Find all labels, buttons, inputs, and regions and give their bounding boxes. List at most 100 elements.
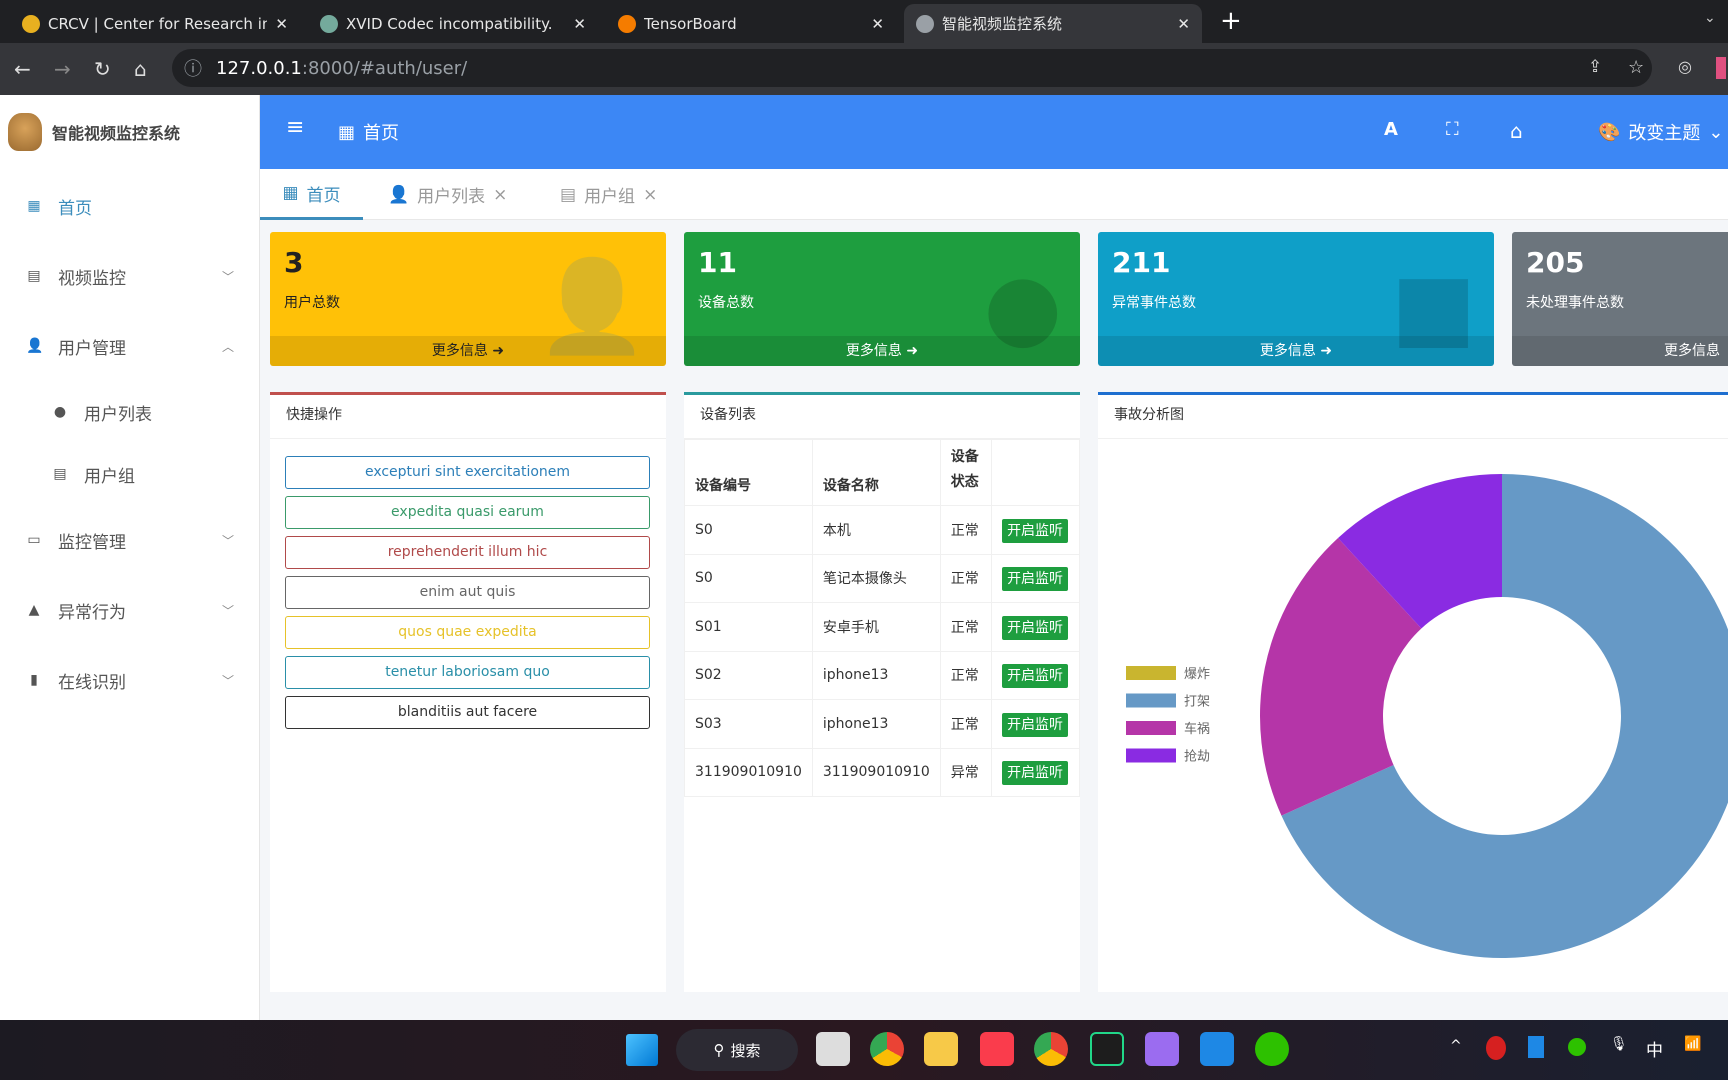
quick-action-button[interactable]: quos quae expedita [285, 616, 650, 649]
start-icon[interactable] [626, 1034, 658, 1066]
browser-tab[interactable]: XVID Codec incompatibility. ✕ [308, 4, 598, 43]
chevron-up-icon: ︿ [221, 339, 234, 354]
home-icon[interactable]: ⌂ [1510, 119, 1523, 143]
stat-value: 11 [698, 246, 737, 279]
profile-icon[interactable] [1716, 57, 1726, 79]
sidebar-item-label: 用户组 [84, 466, 135, 487]
theme-dropdown[interactable]: 🎨 改变主题 ⌄ [1598, 119, 1724, 145]
sidebar-item-video[interactable]: ▤ 视频监控 ﹀ [0, 256, 260, 296]
table-row: S01 安卓手机 正常 开启监听 [684, 602, 1080, 652]
legend-swatch[interactable] [1126, 693, 1176, 708]
quick-action-button[interactable]: tenetur laboriosam quo [285, 656, 650, 689]
clipchamp-icon[interactable] [1145, 1032, 1179, 1066]
brand: 智能视频监控系统 [8, 113, 180, 151]
sidebar-item-users[interactable]: 👤 用户管理 ︿ [0, 326, 260, 366]
share-icon[interactable]: ⇪ [1588, 57, 1602, 77]
more-info-link[interactable]: 更多信息 [1512, 336, 1728, 366]
tab-list-icon[interactable]: ⌄ [1704, 10, 1716, 26]
app-icon[interactable] [1200, 1032, 1234, 1066]
quick-action-button[interactable]: blanditiis aut facere [285, 696, 650, 729]
ime-indicator[interactable]: 中 [1646, 1036, 1663, 1061]
start-monitor-button[interactable]: 开启监听 [1002, 615, 1069, 640]
file-explorer-icon[interactable] [924, 1032, 958, 1066]
url-input[interactable]: ⓘ 127.0.0.1:8000/#auth/user/ [172, 49, 1652, 87]
legend-label[interactable]: 爆炸 [1184, 667, 1210, 682]
sidebar-item-monitor[interactable]: ▭ 监控管理 ﹀ [0, 520, 260, 560]
legend-label[interactable]: 车祸 [1184, 721, 1210, 737]
start-monitor-button[interactable]: 开启监听 [1002, 712, 1069, 737]
tray-chevron-icon[interactable]: ^ [1450, 1038, 1462, 1054]
sidebar-item-label: 异常行为 [58, 602, 126, 623]
incident-chart-panel: 事故分析图 爆炸 打架 车祸 抢劫 [1098, 392, 1728, 992]
forward-icon[interactable]: → [54, 57, 71, 81]
quick-action-button[interactable]: enim aut quis [285, 576, 650, 609]
start-monitor-button[interactable]: 开启监听 [1002, 664, 1069, 689]
start-monitor-button[interactable]: 开启监听 [1002, 518, 1069, 543]
chevron-down-icon: ﹀ [221, 603, 234, 618]
tray-app-icon[interactable] [1486, 1036, 1506, 1060]
quick-action-button[interactable]: expedita quasi earum [285, 496, 650, 529]
close-icon[interactable]: × [643, 185, 657, 205]
microphone-icon[interactable]: 🎙 [1610, 1036, 1628, 1052]
font-size-icon[interactable]: A [1384, 119, 1398, 140]
sidebar-item-home[interactable]: ▦ 首页 [0, 186, 260, 226]
music-icon[interactable] [980, 1032, 1014, 1066]
sidebar-item-user-list[interactable]: ● 用户列表 [0, 392, 260, 432]
chrome-icon[interactable] [870, 1032, 904, 1066]
taskview-icon[interactable] [816, 1032, 850, 1066]
menu-toggle-icon[interactable]: ≡ [286, 115, 304, 140]
legend-label[interactable]: 抢劫 [1184, 749, 1210, 765]
tab-title: XVID Codec incompatibility. [346, 14, 553, 33]
browser-tab-active[interactable]: 智能视频监控系统 ✕ [904, 4, 1202, 43]
more-info-link[interactable]: 更多信息 ➜ [270, 336, 666, 366]
close-icon[interactable]: × [493, 185, 507, 205]
header-home-link[interactable]: ▦ 首页 [338, 119, 399, 145]
fullscreen-icon[interactable]: ⛶ [1446, 119, 1459, 140]
reload-icon[interactable]: ↻ [94, 57, 111, 81]
table-cell: iphone13 [811, 699, 941, 749]
wechat-icon[interactable] [1255, 1032, 1289, 1066]
table-cell: 笔记本摄像头 [811, 553, 941, 603]
legend-swatch[interactable] [1126, 721, 1176, 735]
legend-swatch[interactable] [1126, 666, 1176, 680]
close-icon[interactable]: ✕ [275, 15, 288, 33]
table-row: S02 iphone13 正常 开启监听 [684, 650, 1080, 700]
close-icon[interactable]: ✕ [573, 15, 586, 33]
sidebar-item-abnormal[interactable]: ▲ 异常行为 ﹀ [0, 590, 260, 630]
browser-tab[interactable]: TensorBoard ✕ [606, 4, 896, 43]
search-button[interactable]: ⚲ 搜索 [676, 1029, 798, 1071]
star-icon[interactable]: ☆ [1628, 57, 1644, 78]
pycharm-icon[interactable] [1090, 1032, 1124, 1066]
address-bar-row: ← → ↻ ⌂ ⓘ 127.0.0.1:8000/#auth/user/ ⇪ ☆ … [0, 43, 1728, 95]
chrome-active-icon[interactable] [1034, 1032, 1068, 1066]
favicon-icon [320, 14, 338, 33]
tray-app-icon[interactable] [1528, 1036, 1544, 1058]
wifi-icon[interactable]: 📶 [1684, 1036, 1701, 1052]
legend-swatch[interactable] [1126, 748, 1176, 763]
start-monitor-button[interactable]: 开启监听 [1002, 567, 1069, 592]
column-header: 设备状态 [939, 439, 993, 506]
extension-icon[interactable]: ◎ [1678, 57, 1692, 76]
quick-action-button[interactable]: excepturi sint exercitationem [285, 456, 650, 489]
more-info-link[interactable]: 更多信息 ➜ [684, 336, 1080, 366]
quick-actions-panel: 快捷操作 excepturi sint exercitationem expedi… [270, 392, 666, 992]
close-icon[interactable]: ✕ [871, 15, 884, 33]
tab-user-group[interactable]: ▤ 用户组 × [560, 169, 657, 220]
legend-label[interactable]: 打架 [1184, 695, 1210, 710]
more-info-link[interactable]: 更多信息 ➜ [1098, 336, 1494, 366]
quick-action-button[interactable]: reprehenderit illum hic [285, 536, 650, 569]
sidebar-item-user-group[interactable]: ▤ 用户组 [0, 454, 260, 494]
device-table: 设备编号 设备名称 设备状态 S0 本机 正常 开启监听 S0 笔记本摄像头 正常 开启监听 S… [684, 439, 1080, 797]
start-monitor-button[interactable]: 开启监听 [1002, 761, 1069, 786]
tab-home[interactable]: ▦ 首页 [260, 169, 363, 220]
home-icon[interactable]: ⌂ [134, 57, 147, 81]
new-tab-button[interactable]: + [1220, 6, 1242, 36]
tray-wechat-icon[interactable] [1568, 1038, 1586, 1056]
action-cell: 开启监听 [991, 602, 1080, 652]
back-icon[interactable]: ← [14, 57, 31, 81]
sidebar-item-online[interactable]: ▮ 在线识别 ﹀ [0, 660, 260, 700]
tab-user-list[interactable]: 👤 用户列表 × [388, 169, 507, 220]
stat-card-users: 3 用户总数 👤 更多信息 ➜ [270, 232, 666, 366]
browser-tab[interactable]: CRCV | Center for Research in ✕ [10, 4, 300, 43]
close-icon[interactable]: ✕ [1177, 15, 1190, 33]
